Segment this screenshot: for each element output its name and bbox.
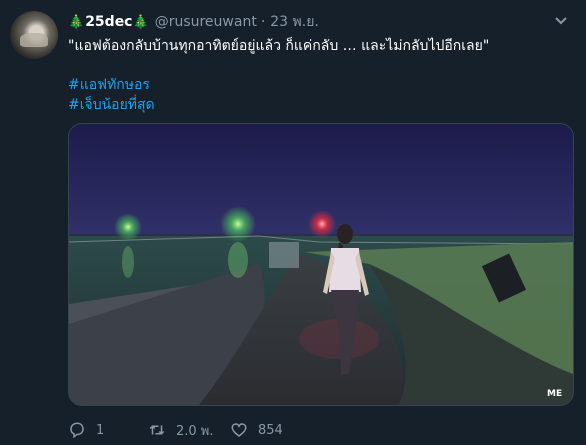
- tree-emoji-icon: 🎄: [132, 14, 149, 30]
- user-handle[interactable]: @rusureuwant: [155, 14, 257, 30]
- tweet-card[interactable]: 🎄 25dec 🎄 @rusureuwant · 23 พ.ย. "แอฟต้อ…: [0, 0, 586, 445]
- hashtag-link[interactable]: #แอฟทักษอร: [68, 74, 150, 96]
- chevron-down-icon[interactable]: [554, 15, 568, 25]
- retweet-icon: [149, 425, 165, 435]
- display-name[interactable]: 25dec: [85, 14, 132, 30]
- media-watermark: ME: [547, 389, 562, 399]
- like-icon: [231, 423, 247, 437]
- tweet-header: 🎄 25dec 🎄 @rusureuwant · 23 พ.ย.: [68, 12, 319, 32]
- tweet-media-video[interactable]: ME: [68, 123, 574, 406]
- reply-button[interactable]: 1: [68, 421, 148, 439]
- reply-icon: [70, 422, 84, 439]
- like-count: 854: [258, 422, 283, 438]
- reply-count: 1: [96, 422, 105, 438]
- like-button[interactable]: 854: [230, 421, 310, 439]
- avatar[interactable]: [10, 11, 58, 59]
- tweet-timestamp[interactable]: 23 พ.ย.: [270, 11, 319, 33]
- retweet-button[interactable]: 2.0 พ.: [148, 420, 230, 441]
- hashtag-link[interactable]: #เจ็บน้อยที่สุด: [68, 94, 155, 116]
- tree-emoji-icon: 🎄: [68, 14, 85, 30]
- separator-dot: ·: [260, 14, 266, 30]
- tweet-text: "แอฟต้องกลับบ้านทุกอาทิตย์อยู่แล้ว ก็แค่…: [68, 38, 490, 54]
- tweet-actions: 1 2.0 พ. 854: [68, 420, 310, 440]
- retweet-count: 2.0 พ.: [176, 423, 214, 439]
